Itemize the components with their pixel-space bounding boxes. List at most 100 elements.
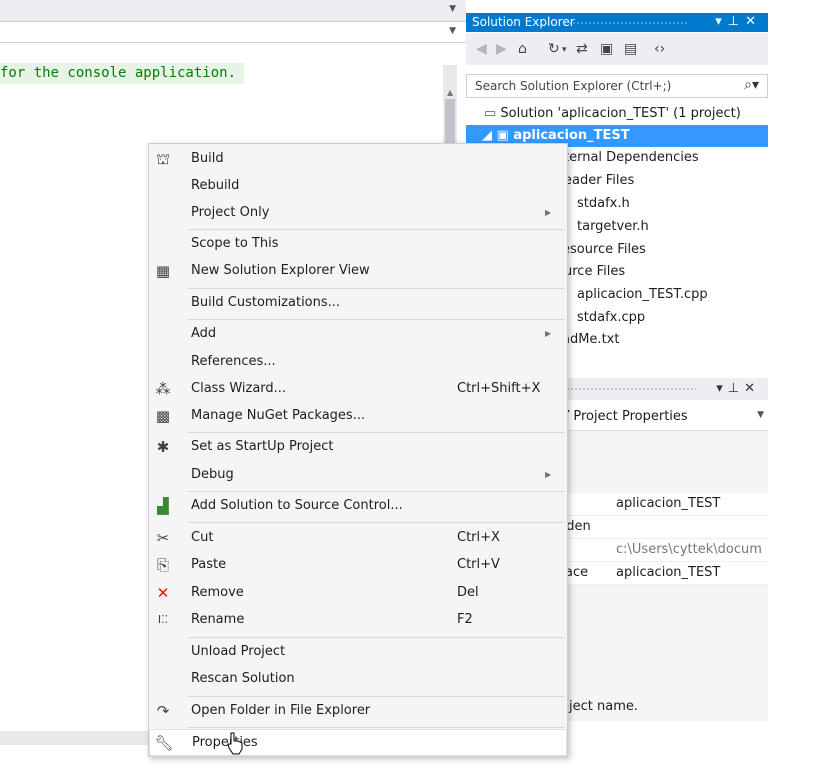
tree-item-label: targetver.h bbox=[577, 219, 649, 234]
solution-icon: ▭ bbox=[484, 106, 501, 121]
menu-item-set-startup[interactable]: ✱ Set as StartUp Project bbox=[149, 434, 567, 461]
dropdown-icon[interactable]: ▾ bbox=[715, 14, 728, 29]
tree-item-label: stdafx.h bbox=[577, 196, 630, 211]
window-buttons: ▾⊥✕ bbox=[716, 381, 760, 396]
build-icon: ⛫ bbox=[156, 150, 170, 168]
project-icon: ▣ bbox=[496, 128, 514, 143]
menu-item-class-wizard[interactable]: ⁂ Class Wizard... Ctrl+Shift+X bbox=[149, 376, 567, 403]
menu-separator bbox=[187, 727, 565, 728]
chevron-down-icon[interactable]: ▼ bbox=[449, 26, 456, 36]
collapse-all-icon[interactable]: ▣ bbox=[600, 41, 613, 57]
close-icon[interactable]: ✕ bbox=[745, 14, 762, 29]
menu-item-add[interactable]: Add ▶ bbox=[149, 321, 567, 348]
menu-separator bbox=[187, 522, 565, 523]
tree-item-label: eader Files bbox=[564, 173, 635, 188]
submenu-arrow-icon: ▶ bbox=[545, 470, 552, 479]
remove-icon: ✕ bbox=[156, 584, 170, 602]
project-context-menu: ⛫ Build Rebuild Project Only ▶ Scope to … bbox=[148, 143, 568, 757]
menu-item-paste[interactable]: ⎘ Paste Ctrl+V bbox=[149, 552, 567, 579]
submenu-arrow-icon: ▶ bbox=[545, 329, 552, 338]
menu-item-rename[interactable]: I⁚⁚ Rename F2 bbox=[149, 607, 567, 634]
home-icon[interactable]: ⌂ bbox=[518, 41, 527, 57]
menu-item-build-customizations[interactable]: Build Customizations... bbox=[149, 290, 567, 317]
tree-item-targetver-h[interactable]: targetver.h bbox=[577, 216, 649, 238]
show-all-files-icon[interactable]: ▤ bbox=[624, 41, 637, 57]
dropdown-icon[interactable]: ▾ bbox=[716, 381, 728, 396]
menu-item-rescan-solution[interactable]: Rescan Solution bbox=[149, 666, 567, 693]
grip-pattern bbox=[568, 21, 688, 25]
menu-item-build[interactable]: ⛫ Build bbox=[149, 146, 567, 173]
tree-item-label: aplicacion_TEST.cpp bbox=[577, 287, 708, 302]
tree-item-label: Solution 'aplicacion_TEST' (1 project) bbox=[500, 106, 741, 121]
back-icon[interactable]: ◀ bbox=[476, 41, 487, 57]
menu-item-remove[interactable]: ✕ Remove Del bbox=[149, 580, 567, 607]
close-icon[interactable]: ✕ bbox=[744, 381, 760, 396]
menu-separator bbox=[187, 229, 565, 230]
dropdown-icon[interactable]: ▾ bbox=[562, 45, 567, 55]
tree-item-label: aplicacion_TEST bbox=[513, 128, 630, 143]
menu-item-scope-to-this[interactable]: Scope to This bbox=[149, 231, 567, 258]
search-icon[interactable]: ⌕▾ bbox=[744, 77, 759, 93]
code-comment-line: for the console application. bbox=[0, 63, 245, 84]
solution-explorer-toolbar: ◀ ▶ ⌂ ↻ ▾ ⇄ ▣ ▤ ‹› bbox=[466, 33, 768, 65]
expand-icon[interactable]: ◢ bbox=[482, 128, 497, 143]
properties-object-label: ST Project Properties bbox=[551, 409, 688, 424]
refresh-icon[interactable]: ⇄ bbox=[576, 41, 588, 57]
menu-item-properties[interactable]: 🔧︎ Properties bbox=[149, 729, 567, 756]
tree-item-label: urce Files bbox=[564, 264, 626, 279]
tree-item-main-cpp[interactable]: aplicacion_TEST.cpp bbox=[577, 284, 708, 306]
rename-icon: I⁚⁚ bbox=[157, 613, 169, 626]
gear-icon: ✱ bbox=[156, 438, 170, 456]
menu-item-manage-nuget[interactable]: ▩ Manage NuGet Packages... bbox=[149, 403, 567, 430]
menu-item-add-to-source-control[interactable]: ▟ Add Solution to Source Control... bbox=[149, 493, 567, 520]
solution-explorer-title: Solution Explorer bbox=[472, 15, 575, 29]
source-control-icon: ▟ bbox=[157, 497, 169, 515]
class-wizard-icon: ⁂ bbox=[155, 380, 171, 398]
wrench-icon: 🔧︎ bbox=[154, 734, 174, 752]
menu-item-debug[interactable]: Debug ▶ bbox=[149, 462, 567, 489]
tree-item-label: esource Files bbox=[562, 242, 646, 257]
menu-separator bbox=[187, 491, 565, 492]
pin-icon[interactable]: ⊥ bbox=[728, 381, 744, 396]
window-buttons: ▾⊥✕ bbox=[715, 14, 762, 29]
solution-explorer-titlebar[interactable]: Solution Explorer ▾⊥✕ bbox=[466, 13, 768, 32]
editor-file-dropdown-bar[interactable]: ▼ bbox=[0, 0, 466, 22]
sync-icon[interactable]: ↻ bbox=[548, 41, 560, 57]
tree-item-solution[interactable]: ▭ Solution 'aplicacion_TEST' (1 project) bbox=[484, 103, 741, 125]
code-view-icon[interactable]: ‹› bbox=[654, 41, 665, 57]
menu-item-rebuild[interactable]: Rebuild bbox=[149, 173, 567, 200]
grip-pattern bbox=[566, 387, 696, 391]
tree-item-readme[interactable]: adMe.txt bbox=[562, 329, 619, 351]
tree-item-label: stdafx.cpp bbox=[577, 310, 646, 325]
tree-item-label: adMe.txt bbox=[562, 332, 620, 347]
tree-item-stdafx-cpp[interactable]: stdafx.cpp bbox=[577, 307, 645, 329]
chevron-down-icon[interactable]: ▼ bbox=[449, 4, 456, 14]
search-input[interactable]: Search Solution Explorer (Ctrl+;) ⌕▾ bbox=[466, 74, 768, 98]
menu-separator bbox=[187, 637, 565, 638]
menu-separator bbox=[187, 432, 565, 433]
submenu-arrow-icon: ▶ bbox=[545, 208, 552, 217]
editor-member-dropdown-bar[interactable]: ▼ bbox=[0, 22, 466, 43]
menu-item-references[interactable]: References... bbox=[149, 349, 567, 376]
tree-item-source-files[interactable]: urce Files bbox=[564, 261, 625, 283]
menu-item-unload-project[interactable]: Unload Project bbox=[149, 639, 567, 666]
nuget-icon: ▩ bbox=[155, 407, 171, 425]
open-folder-icon: ↷ bbox=[156, 702, 170, 720]
tree-item-resource-files[interactable]: esource Files bbox=[562, 239, 646, 261]
forward-icon[interactable]: ▶ bbox=[496, 41, 507, 57]
pin-icon[interactable]: ⊥ bbox=[728, 14, 745, 29]
tree-item-external-dependencies[interactable]: ternal Dependencies bbox=[564, 147, 699, 169]
scroll-up-icon[interactable]: ▲ bbox=[447, 88, 453, 97]
search-placeholder: Search Solution Explorer (Ctrl+;) bbox=[475, 79, 672, 93]
new-view-icon: ▦ bbox=[155, 262, 171, 280]
chevron-down-icon[interactable]: ▼ bbox=[757, 410, 764, 420]
menu-item-cut[interactable]: ✂ Cut Ctrl+X bbox=[149, 525, 567, 552]
menu-separator bbox=[187, 696, 565, 697]
menu-item-new-solution-explorer-view[interactable]: ▦ New Solution Explorer View bbox=[149, 258, 567, 285]
menu-item-open-folder[interactable]: ↷ Open Folder in File Explorer bbox=[149, 698, 567, 725]
tree-item-label: ternal Dependencies bbox=[564, 150, 699, 165]
tree-item-header-files[interactable]: eader Files bbox=[564, 170, 634, 192]
tree-item-stdafx-h[interactable]: stdafx.h bbox=[577, 193, 630, 215]
menu-item-project-only[interactable]: Project Only ▶ bbox=[149, 200, 567, 227]
menu-separator bbox=[187, 288, 565, 289]
